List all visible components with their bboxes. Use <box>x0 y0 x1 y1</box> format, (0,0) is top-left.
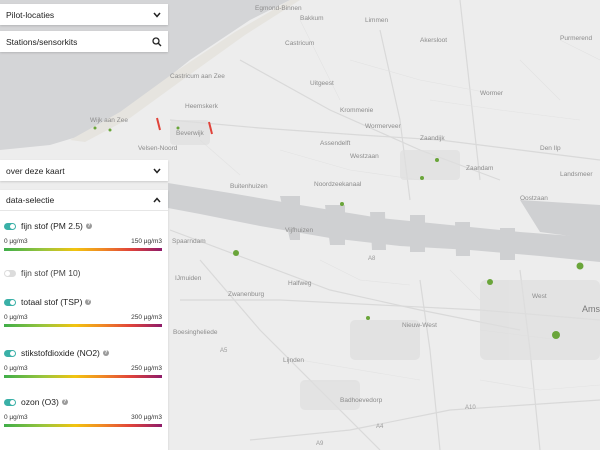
place-label: Uitgeest <box>310 80 334 87</box>
scale-max: 150 µg/m3 <box>131 238 162 245</box>
place-label: IJmuiden <box>175 275 202 282</box>
scale-min: 0 µg/m3 <box>4 314 28 321</box>
place-label: Castricum aan Zee <box>170 73 225 80</box>
layer-name: fijn stof (PM 2.5) <box>21 221 83 231</box>
place-label: Buitenhuizen <box>230 183 268 190</box>
place-label: Landsmeer <box>560 171 593 178</box>
place-label: Beverwijk <box>176 130 205 137</box>
scale-min: 0 µg/m3 <box>4 365 28 372</box>
place-label: Krommenie <box>340 107 374 114</box>
place-label: Wormer <box>480 90 504 97</box>
layer-toggle[interactable] <box>4 269 16 277</box>
chevron-up-icon <box>152 195 162 205</box>
layer-name: totaal stof (TSP) <box>21 297 83 307</box>
road-label: A5 <box>220 348 228 354</box>
place-label: Purmerend <box>560 35 593 42</box>
layer-toggle[interactable] <box>4 222 16 230</box>
road-label: A10 <box>465 405 476 411</box>
place-label-city: Amsterdam <box>582 304 600 314</box>
place-label: Zwanenburg <box>228 291 265 298</box>
place-label: Wijk aan Zee <box>90 117 128 124</box>
place-label: Westzaan <box>350 153 379 160</box>
scale-max: 250 µg/m3 <box>131 314 162 321</box>
place-label: Badhoevedorp <box>340 397 383 404</box>
layer-toggle[interactable] <box>4 298 16 306</box>
place-label: Wormerveer <box>365 123 401 130</box>
place-label: Castricum <box>285 40 314 47</box>
sensor-marker[interactable] <box>435 158 439 162</box>
layer-o3: ozon (O3) ? 0 µg/m3 300 µg/m3 <box>0 396 168 427</box>
layer-toggle[interactable] <box>4 398 16 406</box>
place-label: Bakkum <box>300 15 323 22</box>
chevron-down-icon <box>152 166 162 176</box>
color-scale-bar <box>4 375 162 378</box>
place-label: Akersloot <box>420 37 447 44</box>
layer-toggle[interactable] <box>4 349 16 357</box>
pilot-locations-dropdown[interactable]: Pilot-locaties <box>0 4 168 25</box>
chevron-down-icon <box>152 10 162 20</box>
layer-no2: stikstofdioxide (NO2) ? 0 µg/m3 250 µg/m… <box>0 347 168 378</box>
place-label: West <box>532 293 547 300</box>
place-label: Nieuw-West <box>402 322 437 329</box>
about-map-label: over deze kaart <box>6 165 65 176</box>
urban-areas <box>170 120 600 410</box>
search-icon <box>152 36 162 47</box>
sensor-marker[interactable] <box>576 262 584 270</box>
data-selection-header[interactable]: data-selectie <box>0 190 168 211</box>
scale-max: 300 µg/m3 <box>131 414 162 421</box>
place-label: Halfweg <box>288 280 312 287</box>
place-label: Velsen-Noord <box>138 145 178 152</box>
scale-min: 0 µg/m3 <box>4 414 28 421</box>
color-scale-bar <box>4 324 162 327</box>
data-selection-panel: data-selectie fijn stof (PM 2.5) ? 0 µg/… <box>0 190 168 450</box>
scale-max: 250 µg/m3 <box>131 365 162 372</box>
road-label: A9 <box>316 441 324 447</box>
place-label: Lijnden <box>283 357 304 364</box>
place-label: Spaarndam <box>172 238 206 245</box>
info-icon[interactable]: ? <box>85 223 92 229</box>
color-scale-bar <box>4 248 162 251</box>
sensor-marker[interactable] <box>233 250 239 256</box>
sensor-marker[interactable] <box>366 316 370 320</box>
layer-tsp: totaal stof (TSP) ? 0 µg/m3 250 µg/m3 <box>0 296 168 327</box>
place-label: Egmond-Binnen <box>255 5 302 12</box>
info-icon[interactable]: ? <box>102 350 109 356</box>
sensor-marker[interactable] <box>340 202 344 206</box>
sensor-marker[interactable] <box>108 128 112 132</box>
place-label: Zaandijk <box>420 135 445 142</box>
data-selection-title: data-selectie <box>6 195 55 205</box>
layer-name: stikstofdioxide (NO2) <box>21 348 100 358</box>
info-icon[interactable]: ? <box>85 299 92 305</box>
sensor-marker[interactable] <box>487 279 493 285</box>
place-label: Boesingheliede <box>173 329 218 336</box>
layer-pm25: fijn stof (PM 2.5) ? 0 µg/m3 150 µg/m3 <box>0 220 168 251</box>
place-label: Assendelft <box>320 140 351 147</box>
stations-search-label: Stations/sensorkits <box>6 36 78 47</box>
road-label: A4 <box>376 424 384 430</box>
pilot-locations-label: Pilot-locaties <box>6 9 55 20</box>
layer-pm10: fijn stof (PM 10) <box>0 267 168 279</box>
place-label: Oostzaan <box>520 195 548 202</box>
about-map-dropdown[interactable]: over deze kaart <box>0 160 168 181</box>
sensor-marker[interactable] <box>420 176 424 180</box>
sensor-marker[interactable] <box>552 331 560 339</box>
place-label: Den Ilp <box>540 145 561 152</box>
scale-min: 0 µg/m3 <box>4 238 28 245</box>
color-scale-bar <box>4 424 162 427</box>
stations-search[interactable]: Stations/sensorkits <box>0 31 168 52</box>
place-label: Limmen <box>365 17 389 24</box>
info-icon[interactable]: ? <box>61 399 68 405</box>
place-label: Vijfhuizen <box>285 227 313 234</box>
place-label: Heemskerk <box>185 103 219 110</box>
sensor-marker[interactable] <box>93 126 97 130</box>
road-label: A8 <box>368 256 376 262</box>
place-label: Zaandam <box>466 165 493 172</box>
place-label: Noordzeekanaal <box>314 181 362 188</box>
layer-name: ozon (O3) <box>21 397 59 407</box>
layer-name: fijn stof (PM 10) <box>21 268 81 278</box>
